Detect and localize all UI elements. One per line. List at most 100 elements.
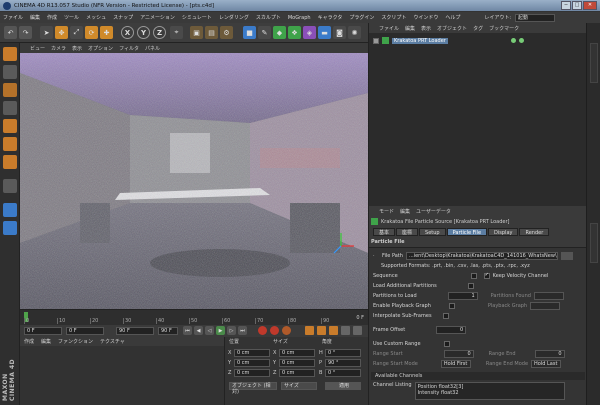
sequence-checkbox[interactable] — [470, 273, 477, 279]
preview-end-field[interactable]: 90 F — [158, 327, 178, 335]
angle-field[interactable]: 0 ° — [325, 369, 361, 377]
channel-listing-box[interactable]: Position float32[3] Intensity float32 — [414, 382, 565, 400]
key-param-icon[interactable] — [341, 326, 350, 335]
object-menu-item[interactable]: ブックマーク — [489, 25, 519, 32]
keep-velocity-checkbox[interactable] — [483, 273, 490, 279]
add-icon[interactable]: ✚ — [100, 26, 113, 39]
light-icon[interactable]: ✺ — [348, 26, 361, 39]
menu-item[interactable]: レンダリング — [219, 14, 249, 21]
play-icon[interactable]: ▶ — [216, 326, 225, 335]
frame-offset-field[interactable]: 0 — [436, 326, 467, 334]
keyframe-selection-icon[interactable] — [282, 326, 291, 335]
attribute-tab[interactable]: Render — [519, 228, 550, 236]
menu-item[interactable]: ファイル — [3, 14, 23, 21]
material-menu-item[interactable]: ファンクション — [58, 338, 93, 345]
viewport-menu-item[interactable]: ビュー — [30, 45, 45, 52]
cube-icon[interactable]: ■ — [243, 26, 256, 39]
material-menu-item[interactable]: テクスチャ — [100, 338, 125, 345]
points-mode-icon[interactable] — [3, 119, 17, 133]
position-field[interactable]: 0 cm — [234, 369, 270, 377]
attribute-tab[interactable]: Display — [488, 228, 519, 236]
size-field[interactable]: 0 cm — [279, 369, 315, 377]
maximize-button[interactable]: □ — [572, 1, 582, 10]
attribute-tab[interactable]: Particle File — [446, 228, 488, 236]
undo-icon[interactable]: ↶ — [4, 26, 17, 39]
select-icon[interactable]: ➤ — [40, 26, 53, 39]
close-button[interactable]: ✕ — [583, 1, 597, 10]
objects-side-tab[interactable] — [590, 43, 598, 83]
attributes-side-tab[interactable] — [590, 223, 598, 263]
menu-item[interactable]: 編集 — [30, 14, 40, 21]
attribute-menu-item[interactable]: ユーザーデータ — [416, 208, 451, 215]
render-region-icon[interactable]: ▣ — [190, 26, 203, 39]
play-reverse-icon[interactable]: ◁ — [205, 326, 214, 335]
menu-item[interactable]: ツール — [64, 14, 79, 21]
channel-item[interactable]: Intensity float32 — [418, 390, 562, 396]
rotate-icon[interactable]: ⟳ — [85, 26, 98, 39]
available-channels-header[interactable]: Available Channels — [371, 372, 585, 380]
visibility-render-icon[interactable] — [518, 38, 524, 43]
material-menu-item[interactable]: 編集 — [41, 338, 51, 345]
autokey-icon[interactable] — [270, 326, 279, 335]
coord-system-icon[interactable]: ⌖ — [170, 26, 183, 39]
object-expand-icon[interactable] — [373, 37, 379, 44]
camera-icon[interactable]: ◙ — [333, 26, 346, 39]
attribute-tab[interactable]: 基本 — [373, 228, 396, 236]
record-icon[interactable] — [258, 326, 267, 335]
menu-item[interactable]: プラグイン — [349, 14, 374, 21]
key-pla-icon[interactable] — [353, 326, 362, 335]
locked-workplane-icon[interactable] — [3, 221, 17, 235]
attribute-menu-item[interactable]: 編集 — [400, 208, 410, 215]
menu-item[interactable]: キャラクタ — [318, 14, 343, 21]
menu-item[interactable]: ウインドウ — [413, 14, 438, 21]
material-menu-item[interactable]: 作成 — [24, 338, 34, 345]
object-menu-item[interactable]: オブジェクト — [437, 25, 467, 32]
key-position-icon[interactable] — [305, 326, 314, 335]
position-field[interactable]: 0 cm — [234, 359, 270, 367]
object-menu-item[interactable]: 編集 — [405, 25, 415, 32]
enable-axis-icon[interactable] — [3, 179, 17, 193]
z-axis-icon[interactable]: Z — [153, 26, 166, 39]
goto-start-icon[interactable]: ⏮ — [183, 326, 192, 335]
object-menu-item[interactable]: 表示 — [421, 25, 431, 32]
step-back-icon[interactable]: ◀ — [194, 326, 203, 335]
menu-item[interactable]: スカルプト — [256, 14, 281, 21]
menu-item[interactable]: スナップ — [113, 14, 133, 21]
viewport-menu-item[interactable]: 表示 — [72, 45, 82, 52]
object-menu-item[interactable]: ファイル — [379, 25, 399, 32]
end-frame-field[interactable]: 90 F — [116, 327, 154, 335]
layout-dropdown[interactable]: 起動 — [515, 13, 555, 22]
subdivide-icon[interactable]: ◆ — [273, 26, 286, 39]
menu-item[interactable]: メッシュ — [86, 14, 106, 21]
load-additional-checkbox[interactable] — [467, 283, 474, 289]
angle-field[interactable]: 0 ° — [325, 349, 361, 357]
texture-mode-icon[interactable] — [3, 83, 17, 97]
interpolate-checkbox[interactable] — [442, 313, 449, 319]
angle-field[interactable]: 90 ° — [325, 359, 361, 367]
minimize-button[interactable]: ─ — [561, 1, 571, 10]
object-row[interactable]: Krakatoa PRT Loader — [373, 37, 524, 44]
pen-icon[interactable]: ✎ — [258, 26, 271, 39]
snap-icon[interactable] — [3, 203, 17, 217]
menu-item[interactable]: 作成 — [47, 14, 57, 21]
menu-item[interactable]: シミュレート — [182, 14, 212, 21]
coord-mode-dropdown[interactable]: オブジェクト (相対) — [229, 382, 277, 395]
scale-icon[interactable]: ⤢ — [70, 26, 83, 39]
current-frame-field[interactable]: 0 F — [66, 327, 104, 335]
menu-item[interactable]: ヘルプ — [445, 14, 460, 21]
key-scale-icon[interactable] — [317, 326, 326, 335]
menu-item[interactable]: スクリプト — [381, 14, 406, 21]
x-axis-icon[interactable]: X — [121, 26, 134, 39]
move-icon[interactable]: ✥ — [55, 26, 68, 39]
y-axis-icon[interactable]: Y — [137, 26, 150, 39]
redo-icon[interactable]: ↷ — [19, 26, 32, 39]
deformer-icon[interactable]: ◈ — [303, 26, 316, 39]
size-field[interactable]: 0 cm — [279, 359, 315, 367]
key-rotation-icon[interactable] — [329, 326, 338, 335]
partitions-to-load-field[interactable]: 1 — [447, 292, 478, 300]
attribute-menu-item[interactable]: モード — [379, 208, 394, 215]
browse-button[interactable] — [560, 252, 573, 260]
polygons-mode-icon[interactable] — [3, 155, 17, 169]
attribute-tab[interactable]: Setup — [419, 228, 446, 236]
attribute-tab[interactable]: 座標 — [396, 228, 419, 236]
